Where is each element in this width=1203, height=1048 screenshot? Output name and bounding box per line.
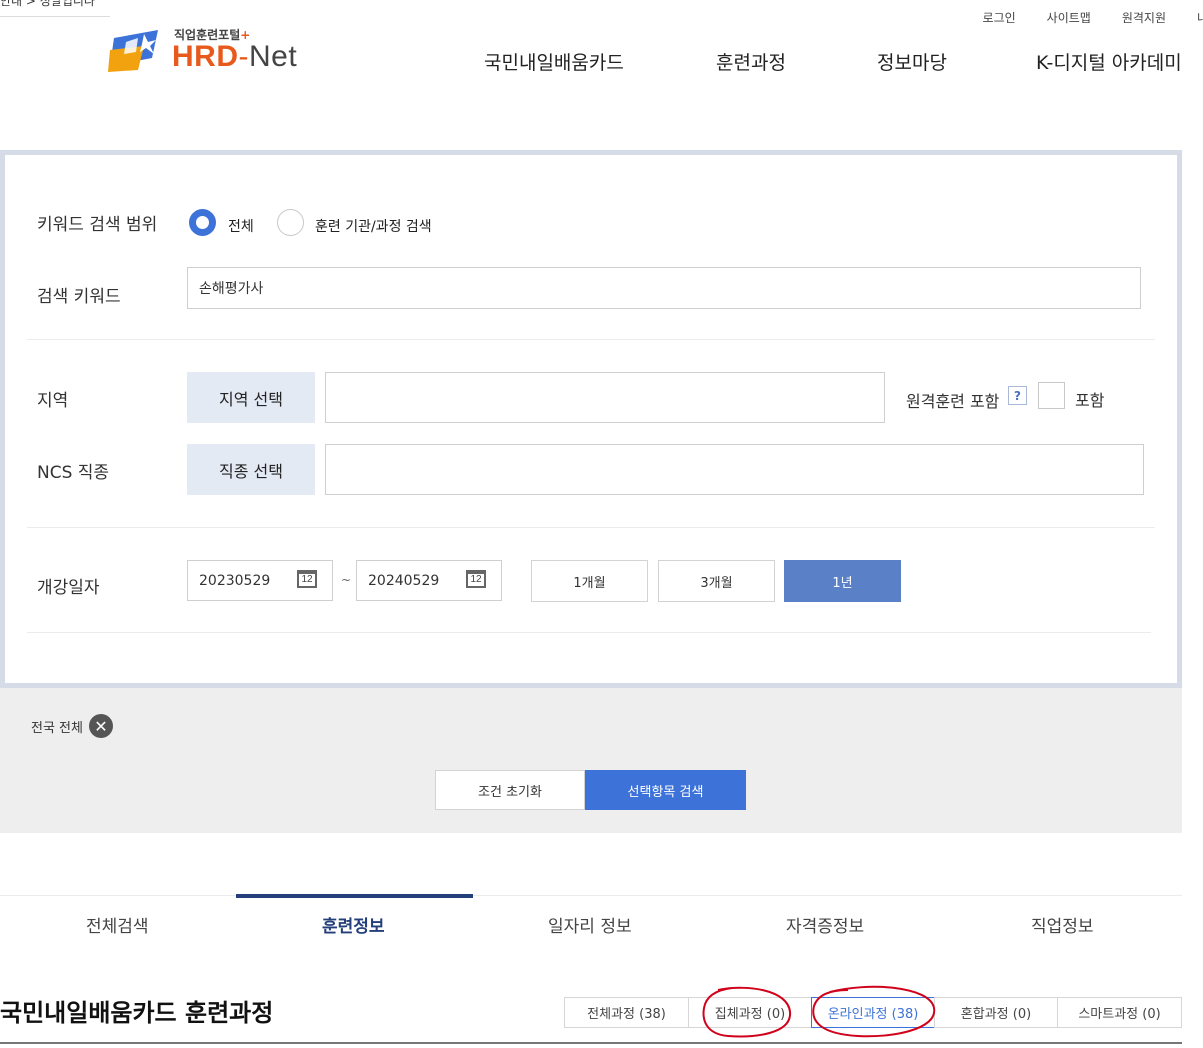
ncs-select-button[interactable]: 직종 선택 [187, 444, 315, 495]
help-icon[interactable]: ? [1008, 386, 1027, 405]
nav-item-info-board[interactable]: 정보마당 [877, 48, 947, 75]
search-selected-button[interactable]: 선택항목 검색 [585, 770, 746, 810]
nav-item-training-courses[interactable]: 훈련과정 [716, 48, 786, 75]
tab-occupation-info[interactable]: 직업정보 [1031, 912, 1094, 937]
close-icon[interactable]: ✕ [88, 714, 113, 738]
tabs-top-border [0, 895, 1182, 896]
tab-training-info[interactable]: 훈련정보 [322, 912, 385, 937]
remote-include-checkbox[interactable] [1038, 382, 1065, 409]
date-from-value: 20230529 [199, 572, 271, 589]
nav-item-k-digital-academy[interactable]: K-디지털 아카데미 [1036, 48, 1182, 75]
remote-include-label[interactable]: 포함 [1075, 387, 1104, 411]
remote-training-label: 원격훈련 포함 [906, 392, 1000, 411]
filter-tab-smart-courses[interactable]: 스마트과정 (0) [1057, 997, 1182, 1028]
sitemap-link[interactable]: 사이트맵 [1047, 9, 1091, 26]
ncs-display-field[interactable] [325, 444, 1144, 495]
main-nav: 국민내일배움카드 훈련과정 정보마당 K-디지털 아카데미 [0, 48, 1203, 78]
scope-radio-institution[interactable] [277, 209, 304, 236]
date-to-value: 20240529 [368, 572, 440, 589]
region-select-button[interactable]: 지역 선택 [187, 372, 315, 423]
scope-radio-all-label[interactable]: 전체 [228, 216, 254, 236]
start-date-label: 개강일자 [37, 578, 100, 598]
ncs-label: NCS 직종 [37, 463, 110, 483]
results-title: 국민내일배움카드 훈련과정 [0, 999, 274, 1027]
breadcrumb-text: 안내 > 정말입니다 [0, 0, 95, 8]
selected-filters-bar: 전국 전체 ✕ 조건 초기화 선택항목 검색 [0, 688, 1182, 833]
scope-radio-institution-label[interactable]: 훈련 기관/과정 검색 [315, 216, 432, 236]
annotation-circle [702, 986, 792, 1038]
keyword-input[interactable]: 손해평가사 [187, 267, 1141, 309]
scope-label: 키워드 검색 범위 [37, 215, 158, 235]
period-3months-button[interactable]: 3개월 [658, 560, 775, 602]
keyword-input-value: 손해평가사 [199, 281, 264, 297]
region-label: 지역 [37, 391, 69, 411]
filter-tab-blended-courses[interactable]: 혼합과정 (0) [934, 997, 1058, 1028]
active-tab-indicator [236, 894, 473, 898]
filter-tab-all-courses[interactable]: 전체과정 (38) [564, 997, 689, 1028]
period-1month-button[interactable]: 1개월 [531, 560, 648, 602]
filter-chip: 전국 전체 ✕ [31, 714, 113, 738]
breadcrumb: 안내 > 정말입니다 [0, 0, 110, 17]
keyword-label: 검색 키워드 [37, 287, 121, 307]
results-header-border [0, 1042, 1182, 1044]
calendar-icon[interactable]: 12 [297, 570, 317, 588]
period-1year-button[interactable]: 1년 [784, 560, 901, 602]
date-range-separator: ~ [341, 573, 352, 587]
section-divider [27, 339, 1155, 340]
nav-item-national-card[interactable]: 국민내일배움카드 [484, 48, 624, 75]
breadcrumb-divider [0, 16, 110, 17]
region-display-field[interactable] [325, 372, 885, 423]
calendar-icon[interactable]: 12 [466, 570, 486, 588]
remote-support-link[interactable]: 원격지원 [1122, 9, 1166, 26]
section-divider [27, 527, 1155, 528]
annotation-circle [812, 985, 936, 1038]
utility-link-cut[interactable]: 내 [1197, 9, 1203, 26]
filter-chip-label: 전국 전체 [31, 720, 83, 736]
tab-all-search[interactable]: 전체검색 [86, 912, 149, 937]
tab-certificate-info[interactable]: 자격증정보 [786, 912, 864, 937]
tab-job-info[interactable]: 일자리 정보 [548, 912, 632, 937]
utility-nav: 로그인 사이트맵 원격지원 내 [983, 9, 1203, 26]
reset-conditions-button[interactable]: 조건 초기화 [435, 770, 585, 810]
scope-radio-all[interactable] [189, 209, 216, 236]
section-divider [27, 632, 1151, 633]
search-panel: 키워드 검색 범위 전체 훈련 기관/과정 검색 검색 키워드 손해평가사 지역… [0, 150, 1182, 688]
login-link[interactable]: 로그인 [983, 9, 1016, 26]
